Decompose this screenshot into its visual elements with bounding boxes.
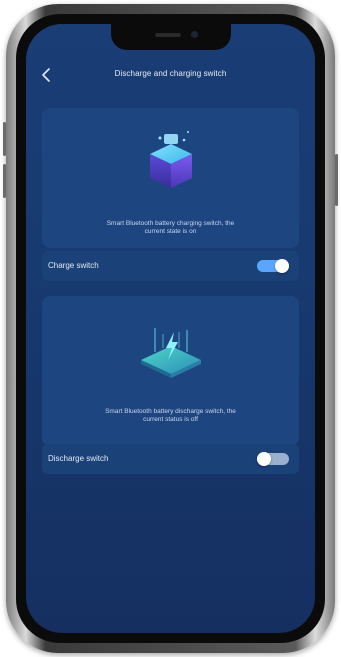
header: Discharge and charging switch [26, 60, 315, 100]
discharge-caption-line: current status is off [143, 416, 198, 423]
battery-cube-icon [136, 126, 206, 196]
discharge-card: Smart Bluetooth battery discharge switch… [42, 296, 299, 446]
power-button [335, 154, 338, 206]
charge-switch-toggle[interactable] [257, 259, 289, 273]
charge-card: Smart Bluetooth battery charging switch,… [42, 108, 299, 248]
toggle-knob [257, 452, 271, 466]
speaker-icon [155, 33, 181, 37]
notch [111, 24, 231, 50]
charge-switch-label: Charge switch [48, 261, 99, 270]
lightning-platform-icon [131, 310, 211, 390]
discharge-caption: Smart Bluetooth battery discharge switch… [56, 408, 285, 424]
discharge-caption-line: Smart Bluetooth battery discharge switch… [105, 408, 236, 415]
camera-icon [191, 31, 198, 38]
phone-frame: Discharge and charging switch Smart Blue… [3, 4, 338, 653]
discharge-switch-toggle[interactable] [257, 452, 289, 466]
charge-caption: Smart Bluetooth battery charging switch,… [56, 220, 285, 236]
discharge-switch-label: Discharge switch [48, 454, 109, 463]
charge-switch-row: Charge switch [42, 251, 299, 281]
app-screen: Discharge and charging switch Smart Blue… [26, 24, 315, 633]
discharge-switch-row: Discharge switch [42, 444, 299, 474]
charge-caption-line: current state is on [144, 228, 197, 235]
page-title: Discharge and charging switch [114, 69, 227, 78]
volume-button [3, 164, 6, 198]
charge-caption-line: Smart Bluetooth battery charging switch,… [106, 220, 235, 227]
phone-bezel: Discharge and charging switch Smart Blue… [16, 14, 325, 643]
volume-button [3, 122, 6, 156]
toggle-knob [275, 259, 289, 273]
